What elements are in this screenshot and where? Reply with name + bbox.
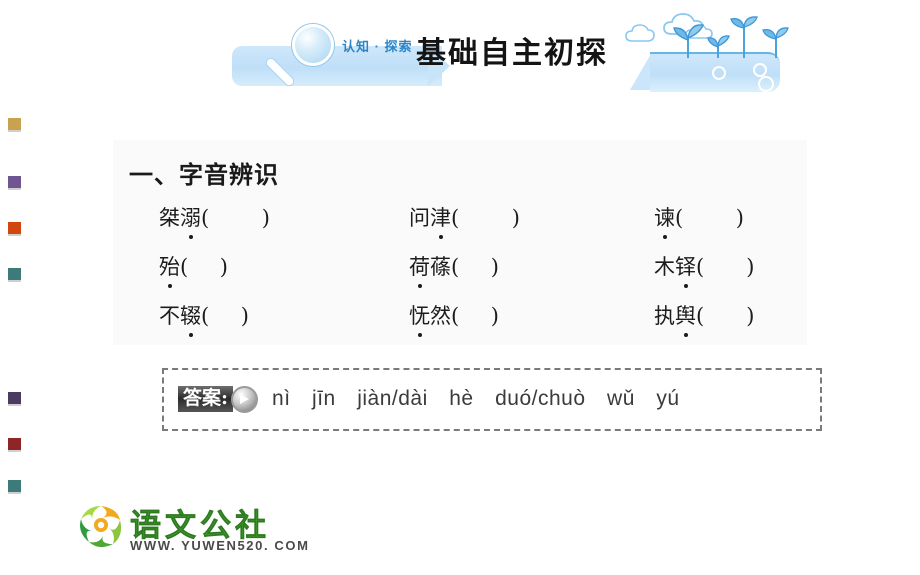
word-exercise-grid: 桀溺( ) 问津( ) 谏( ) 殆( ) 荷蓧( ) 木铎( ) 不辍( ) 怃然( ) 执舆…: [159, 202, 807, 349]
word-term: 怃然: [409, 304, 451, 337]
emphasis-dot: [662, 235, 667, 239]
word-entry: 荷蓧( ): [409, 251, 654, 288]
emphasis-dot: [683, 284, 688, 288]
word-term: 执舆: [654, 304, 696, 337]
answer-blank[interactable]: ( ): [201, 206, 270, 230]
answer-blank[interactable]: ( ): [675, 206, 744, 230]
word-entry: 谏( ): [654, 202, 804, 239]
answer-blank[interactable]: ( ): [696, 304, 754, 328]
word-term: 木铎: [654, 255, 696, 288]
edge-marker-strip: [0, 0, 30, 575]
word-entry: 执舆( ): [654, 300, 804, 337]
clouds-sprouts-decoration-icon: [620, 8, 790, 58]
banner-title: 基础自主初探: [416, 36, 608, 71]
edge-marker-3: [8, 268, 21, 282]
answer-blank[interactable]: ( ): [201, 304, 249, 328]
emphasis-dot: [188, 333, 193, 337]
banner-subtitle: 认知 · 探索: [342, 39, 413, 54]
swirl-logo-icon: [78, 502, 124, 548]
answer-blank[interactable]: ( ): [180, 255, 228, 279]
word-term: 问津: [409, 206, 451, 239]
word-row: 殆( ) 荷蓧( ) 木铎( ): [159, 251, 807, 300]
emphasis-dot: [438, 235, 443, 239]
word-term: 不辍: [159, 304, 201, 337]
word-term: 殆: [159, 255, 180, 288]
edge-marker-6: [8, 480, 21, 494]
word-row: 不辍( ) 怃然( ) 执舆( ): [159, 300, 807, 349]
edge-marker-5: [8, 438, 21, 452]
section-heading: 一、字音辨识: [129, 160, 279, 189]
word-term: 谏: [654, 206, 675, 239]
edge-marker-4: [8, 392, 21, 406]
edge-marker-2: [8, 222, 21, 236]
section-banner: 认知 · 探索 基础自主初探: [232, 8, 789, 92]
word-entry: 木铎( ): [654, 251, 804, 288]
content-panel: 一、字音辨识 桀溺( ) 问津( ) 谏( ) 殆( ) 荷蓧( ) 木铎( ) 不辍( )…: [113, 140, 807, 345]
word-entry: 问津( ): [409, 202, 654, 239]
magnifier-icon: [264, 24, 344, 90]
word-row: 桀溺( ) 问津( ) 谏( ): [159, 202, 807, 251]
emphasis-dot: [417, 284, 422, 288]
banner-holes-decoration: [710, 60, 790, 92]
word-term: 荷蓧: [409, 255, 451, 288]
word-entry: 不辍( ): [159, 300, 409, 337]
answer-label: 答案:: [178, 385, 234, 413]
word-entry: 桀溺( ): [159, 202, 409, 239]
emphasis-dot: [188, 235, 193, 239]
word-term: 桀溺: [159, 206, 201, 239]
emphasis-dot: [417, 333, 422, 337]
answer-blank[interactable]: ( ): [451, 304, 499, 328]
emphasis-dot: [167, 284, 172, 288]
site-logo: 语文公社 WWW. YUWEN520. COM: [78, 500, 308, 560]
answer-blank[interactable]: ( ): [696, 255, 754, 279]
answer-blank[interactable]: ( ): [451, 206, 520, 230]
word-entry: 殆( ): [159, 251, 409, 288]
answer-blank[interactable]: ( ): [451, 255, 499, 279]
arrow-right-circle-icon[interactable]: [231, 385, 259, 413]
edge-marker-1: [8, 176, 21, 190]
edge-marker-0: [8, 118, 21, 132]
answer-text: nì jīn jiàn/dài hè duó/chuò wǔ yú: [272, 387, 680, 410]
answer-box: 答案: nì jīn jiàn/dài hè duó/chuò wǔ yú: [162, 368, 822, 431]
logo-url: WWW. YUWEN520. COM: [130, 538, 310, 553]
emphasis-dot: [683, 333, 688, 337]
word-entry: 怃然( ): [409, 300, 654, 337]
